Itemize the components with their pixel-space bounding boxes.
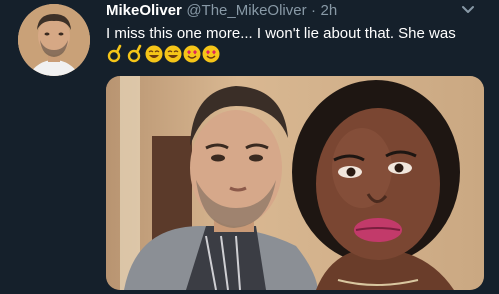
chevron-down-icon[interactable] (459, 0, 477, 18)
tweet-timestamp[interactable]: 2h (321, 2, 338, 19)
emoji-row (106, 44, 228, 70)
heart-eyes-emoji (202, 45, 220, 63)
grinning-face-emoji (164, 45, 182, 63)
avatar-photo (18, 4, 90, 76)
display-name[interactable]: MikeOliver (106, 2, 182, 19)
selfie-photo (106, 76, 484, 290)
separator-dot: · (311, 2, 317, 19)
ok-hand-emoji (127, 44, 142, 63)
tweet-body: I miss this one more... I won't lie abou… (106, 25, 456, 42)
tweet-text: I miss this one more... I won't lie abou… (106, 24, 484, 70)
heart-eyes-emoji (183, 45, 201, 63)
ok-hand-emoji (107, 44, 122, 63)
avatar[interactable] (18, 4, 90, 76)
tweet-header: MikeOliver @The_MikeOliver · 2h (106, 2, 479, 22)
grinning-face-emoji (145, 45, 163, 63)
tweet[interactable]: MikeOliver @The_MikeOliver · 2h I miss t… (0, 0, 499, 294)
user-handle[interactable]: @The_MikeOliver (186, 2, 306, 19)
tweet-image[interactable] (106, 76, 484, 290)
